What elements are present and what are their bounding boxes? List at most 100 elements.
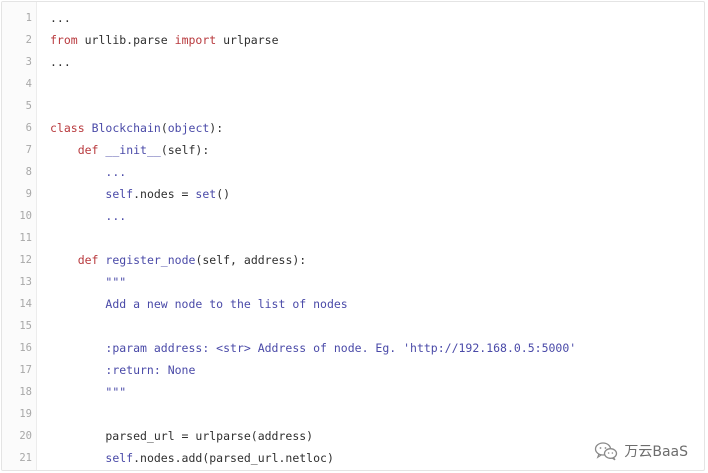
code-token: ... — [105, 165, 127, 179]
code-token: """ — [105, 275, 127, 289]
code-token: Add a new node to the list of nodes — [105, 297, 348, 311]
code-text: Add a new node to the list of nodes — [50, 293, 348, 315]
code-line: 4 — [2, 73, 704, 95]
code-token: object — [167, 121, 210, 135]
code-token: class — [50, 121, 85, 135]
code-text: ... — [50, 205, 126, 227]
code-token: self — [105, 187, 134, 201]
code-token: ... — [50, 55, 71, 69]
code-text: ... — [50, 161, 126, 183]
line-number: 18 — [19, 386, 32, 398]
line-number: 13 — [19, 276, 32, 288]
line-number: 11 — [19, 232, 32, 244]
code-token: :return: None — [105, 363, 196, 377]
code-line: 17 :return: None — [2, 359, 704, 381]
code-token: Blockchain — [91, 121, 161, 135]
code-token: ... — [50, 11, 71, 25]
code-line: 1... — [2, 7, 704, 29]
line-number: 10 — [19, 210, 32, 222]
line-number: 8 — [25, 166, 32, 178]
code-line: 18 """ — [2, 381, 704, 403]
code-text: ... — [50, 7, 71, 29]
line-number: 16 — [19, 342, 32, 354]
code-token: def — [77, 253, 99, 267]
code-text: """ — [50, 271, 126, 293]
code-line: 13 """ — [2, 271, 704, 293]
code-line: 19 — [2, 403, 704, 425]
code-token: __init__ — [105, 143, 161, 157]
code-token: (self, address): — [195, 253, 307, 267]
line-number: 12 — [19, 254, 32, 266]
code-line: 9 self.nodes = set() — [2, 183, 704, 205]
code-token: (self): — [160, 143, 210, 157]
line-number: 21 — [19, 452, 32, 464]
code-line: 2 from urllib.parse import urlparse — [2, 29, 704, 51]
code-token: ): — [209, 121, 224, 135]
code-token: urllib.parse — [77, 33, 175, 47]
code-token: ( — [160, 121, 168, 135]
code-line: 15 — [2, 315, 704, 337]
code-line: 3... — [2, 51, 704, 73]
code-token: urlparse — [216, 33, 279, 47]
code-text: from urllib.parse import urlparse — [50, 29, 279, 51]
line-number: 17 — [19, 364, 32, 376]
code-line: 6 class Blockchain(object): — [2, 117, 704, 139]
line-number: 6 — [25, 122, 32, 134]
code-token: () — [216, 187, 231, 201]
code-token: ... — [105, 209, 127, 223]
line-number: 1 — [25, 12, 32, 24]
code-block: 1... 2 from urllib.parse import urlparse 3.… — [1, 1, 705, 471]
code-token: set — [195, 187, 217, 201]
line-number: 9 — [25, 188, 32, 200]
code-text: :param address: <str> Address of node. E… — [50, 337, 576, 359]
code-text: ... — [50, 51, 71, 73]
line-number: 19 — [19, 408, 32, 420]
line-number: 5 — [25, 100, 32, 112]
code-token: .nodes.add(parsed_url.netloc) — [133, 451, 334, 465]
code-text: """ — [50, 381, 126, 403]
code-line: 11 — [2, 227, 704, 249]
code-text: :return: None — [50, 359, 195, 381]
code-text: def __init__(self): — [50, 139, 210, 161]
code-text: def register_node(self, address): — [50, 249, 307, 271]
code-line: 16 :param address: <str> Address of node… — [2, 337, 704, 359]
line-number: 14 — [19, 298, 32, 310]
code-text: self.nodes = set() — [50, 183, 230, 205]
line-number: 2 — [25, 34, 32, 46]
code-line: 12 def register_node(self, address): — [2, 249, 704, 271]
code-text: class Blockchain(object): — [50, 117, 223, 139]
code-token: self — [105, 451, 134, 465]
code-token: parsed_url = urlparse(address) — [50, 429, 314, 443]
line-number: 3 — [25, 56, 32, 68]
code-line: 7 def __init__(self): — [2, 139, 704, 161]
code-token: .nodes = — [133, 187, 196, 201]
line-number: 7 — [25, 144, 32, 156]
code-token: """ — [105, 385, 127, 399]
code-text: self.nodes.add(parsed_url.netloc) — [50, 447, 334, 469]
code-line: 14 Add a new node to the list of nodes — [2, 293, 704, 315]
code-token: register_node — [105, 253, 196, 267]
line-number: 20 — [19, 430, 32, 442]
code-text: parsed_url = urlparse(address) — [50, 425, 313, 447]
code-line: 8 ... — [2, 161, 704, 183]
code-line: 10 ... — [2, 205, 704, 227]
code-token: from — [50, 33, 78, 47]
line-number: 15 — [19, 320, 32, 332]
code-token: :param address: <str> Address of node. E… — [105, 341, 577, 355]
watermark-text: 万云BaaS — [624, 444, 688, 460]
line-number: 4 — [25, 78, 32, 90]
code-token: def — [77, 143, 99, 157]
code-line: 5 — [2, 95, 704, 117]
code-lines: 1... 2 from urllib.parse import urlparse 3.… — [2, 7, 704, 469]
code-token: import — [174, 33, 217, 47]
